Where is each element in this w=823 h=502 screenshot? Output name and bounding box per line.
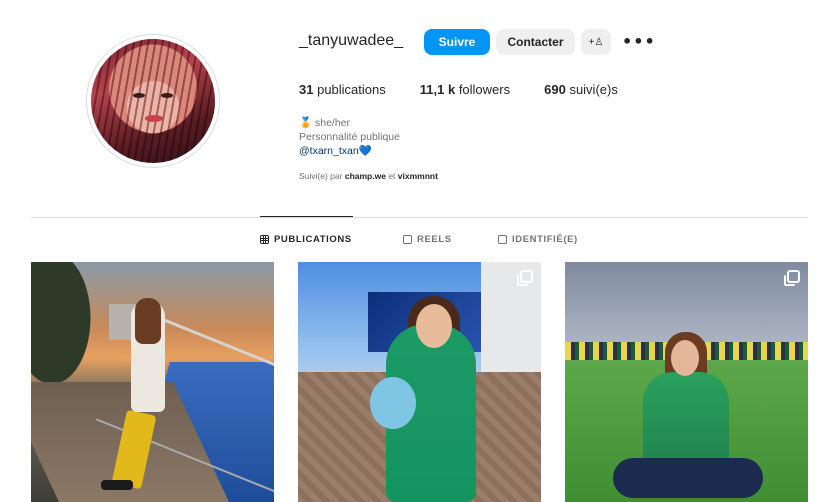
tagged-icon [498, 235, 507, 244]
avatar-eye [161, 93, 173, 98]
stat-posts-value: 31 [299, 82, 314, 97]
tabs-divider [31, 217, 808, 218]
post-image-detail [671, 340, 699, 376]
contact-button[interactable]: Contacter [496, 29, 575, 55]
avatar-lips [145, 115, 163, 122]
followed-by-user[interactable]: champ.we [345, 171, 386, 181]
profile-bio: 🏅 she/her Personnalité publique @txarn_t… [299, 116, 400, 158]
post-image-detail [31, 262, 101, 402]
profile-username: _tanyuwadee_ [299, 32, 404, 49]
tab-publications[interactable]: PUBLICATIONS [260, 234, 352, 245]
stat-followers-label: followers [458, 82, 511, 97]
stat-posts-label: publications [317, 82, 386, 97]
bio-pronouns: she/her [315, 117, 351, 129]
followed-by-joiner: et [388, 171, 396, 181]
stat-following-label: suivi(e)s [569, 82, 618, 97]
add-user-button[interactable]: +♙ [581, 29, 611, 55]
avatar-hair [91, 39, 215, 163]
followed-by-prefix: Suivi(e) par [299, 171, 343, 181]
tab-label: REELS [417, 234, 452, 245]
stat-followers-value: 11,1 k [419, 82, 456, 97]
tab-tagged[interactable]: IDENTIFIÉ(E) [498, 234, 578, 245]
carousel-icon [517, 270, 533, 286]
post-thumbnail[interactable] [565, 262, 808, 502]
follow-button[interactable]: Suivre [424, 29, 490, 55]
add-user-icon: +♙ [588, 36, 604, 48]
medal-icon: 🏅 [299, 117, 313, 129]
tab-active-indicator [260, 216, 353, 217]
grid-icon [260, 235, 269, 244]
profile-stats: 31 publications 11,1 k followers 690 sui… [299, 82, 652, 97]
stat-following-value: 690 [544, 82, 566, 97]
bio-pronouns-line: 🏅 she/her [299, 116, 400, 130]
profile-avatar-ring[interactable] [86, 34, 220, 168]
bio-link-line[interactable]: @txarn_txan💙 [299, 144, 400, 158]
post-image-detail [416, 304, 452, 348]
tab-label: IDENTIFIÉ(E) [512, 234, 578, 245]
bio-mention-link[interactable]: @txarn_txan [299, 145, 359, 157]
followed-by: Suivi(e) par champ.we et vixmmnnt [299, 171, 438, 181]
avatar[interactable] [91, 39, 215, 163]
followed-by-user[interactable]: vixmmnnt [398, 171, 438, 181]
reels-icon [403, 235, 412, 244]
bio-category: Personnalité publique [299, 131, 400, 143]
stat-posts: 31 publications [299, 82, 386, 97]
tab-reels[interactable]: REELS [403, 234, 452, 245]
tab-label: PUBLICATIONS [274, 234, 352, 245]
post-image-detail [101, 480, 133, 490]
blue-heart-icon: 💙 [358, 145, 372, 157]
post-thumbnail[interactable] [298, 262, 541, 502]
post-thumbnail[interactable] [31, 262, 274, 502]
more-options-icon[interactable]: ••• [622, 32, 656, 51]
post-image-detail [613, 458, 763, 498]
post-image-detail [135, 298, 161, 344]
post-image-detail [370, 377, 416, 429]
stat-following[interactable]: 690 suivi(e)s [544, 82, 618, 97]
avatar-eye [133, 93, 145, 98]
carousel-icon [784, 270, 800, 286]
stat-followers[interactable]: 11,1 k followers [420, 82, 510, 97]
